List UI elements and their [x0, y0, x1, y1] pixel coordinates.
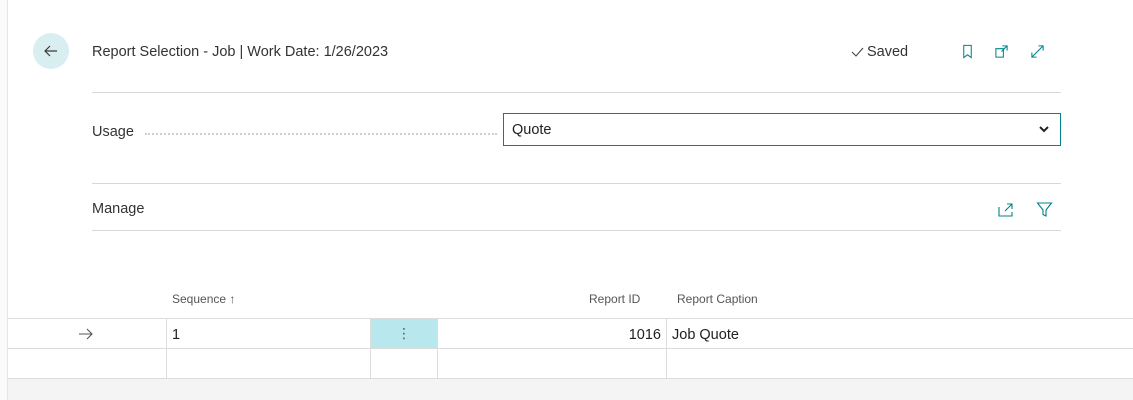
usage-dropdown-value: Quote	[512, 121, 552, 138]
expand-icon[interactable]	[1028, 42, 1046, 60]
table-cell-report-id[interactable]: 1016	[629, 327, 661, 343]
row-actions-menu-button[interactable]: ⋮	[371, 319, 437, 348]
manage-tab[interactable]: Manage	[92, 201, 144, 217]
back-arrow-icon	[44, 45, 57, 57]
column-divider	[666, 318, 667, 378]
chevron-down-icon	[1039, 126, 1049, 133]
saved-status-label: Saved	[867, 44, 909, 60]
back-button[interactable]	[33, 33, 69, 69]
bookmark-icon[interactable]	[958, 42, 976, 60]
table-cell-report-caption[interactable]: Job Quote	[672, 327, 739, 343]
more-options-icon: ⋮	[397, 325, 411, 341]
table-top-border	[8, 318, 1133, 319]
column-header-report-caption[interactable]: Report Caption	[677, 292, 758, 306]
header-divider	[92, 92, 1061, 93]
page-title: Report Selection - Job | Work Date: 1/26…	[92, 44, 389, 60]
column-header-report-id[interactable]: Report ID	[589, 292, 640, 306]
footer-area	[8, 379, 1133, 400]
usage-label: Usage	[92, 124, 134, 140]
open-new-window-icon[interactable]	[992, 42, 1010, 60]
current-row-arrow-icon	[79, 328, 93, 340]
usage-dropdown[interactable]: Quote	[503, 113, 1061, 146]
actions-divider	[92, 230, 1061, 231]
left-edge	[0, 0, 8, 400]
column-header-sequence[interactable]: Sequence ↑	[172, 292, 235, 306]
table-cell-sequence[interactable]: 1	[172, 327, 180, 343]
saved-status: Saved	[851, 44, 908, 60]
usage-leader-dots	[145, 133, 497, 135]
section-divider	[92, 183, 1061, 184]
column-divider	[437, 318, 438, 378]
column-divider	[166, 318, 167, 378]
share-icon[interactable]	[995, 199, 1015, 219]
checkmark-icon	[851, 47, 864, 57]
filter-icon[interactable]	[1034, 199, 1054, 219]
row-separator	[8, 348, 1133, 349]
